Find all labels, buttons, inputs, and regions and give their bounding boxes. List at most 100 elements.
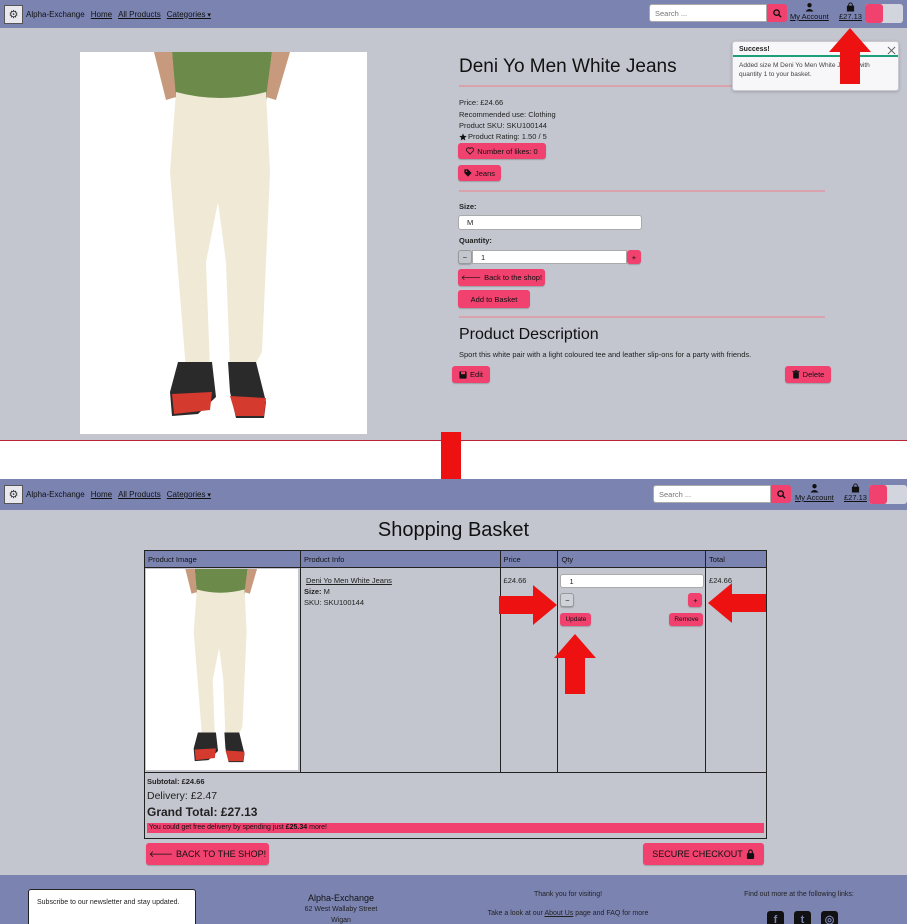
free-delivery-amount: £25.34 xyxy=(285,824,308,831)
tag-icon xyxy=(464,169,472,177)
minus-icon: − xyxy=(565,595,570,605)
arrow-left-icon: 🡐 xyxy=(148,848,174,859)
size-select[interactable]: M xyxy=(458,215,642,230)
my-account-label: My Account xyxy=(790,12,829,21)
item-image[interactable] xyxy=(146,569,298,770)
likes-button[interactable]: Number of likes: 0 xyxy=(458,143,546,159)
product-image xyxy=(80,52,367,434)
close-icon[interactable] xyxy=(887,46,896,55)
decrement-button[interactable]: − xyxy=(560,593,575,607)
nav-home[interactable]: Home xyxy=(91,490,112,499)
product-rating: Product Rating: 1.50 / 5 xyxy=(459,132,547,141)
item-image-cell xyxy=(144,567,301,773)
back-to-shop-label: BACK TO THE SHOP! xyxy=(176,849,267,859)
newsletter-box[interactable]: Subscribe to our newsletter and stay upd… xyxy=(28,889,196,924)
update-button[interactable]: Update xyxy=(560,613,592,626)
brand-name[interactable]: Alpha-Exchange xyxy=(26,10,85,19)
subtotal: Subtotal: £24.66 xyxy=(147,777,205,786)
increment-button[interactable]: + xyxy=(627,250,641,264)
facebook-icon[interactable]: f xyxy=(767,911,784,924)
nav-home[interactable]: Home xyxy=(91,10,112,19)
footer-thanks: Thank you for visiting! xyxy=(533,891,603,898)
basket-total: £27.13 xyxy=(839,12,862,21)
item-sku: SKU: SKU100144 xyxy=(303,598,365,607)
user-icon xyxy=(810,484,819,493)
secure-checkout-button[interactable]: SECURE CHECKOUT xyxy=(643,843,764,865)
nav-categories[interactable]: Categories xyxy=(167,10,211,19)
divider xyxy=(459,190,825,192)
search-button[interactable] xyxy=(767,4,787,22)
lock-icon xyxy=(746,849,754,859)
arrow-left-icon: 🡐 xyxy=(460,273,482,282)
minus-icon: − xyxy=(462,252,468,262)
product-title: Deni Yo Men White Jeans xyxy=(459,56,677,77)
description-title: Product Description xyxy=(459,326,599,343)
size-value: M xyxy=(467,218,474,227)
add-to-basket-button[interactable]: Add to Basket xyxy=(458,290,530,308)
category-tag-label: Jeans xyxy=(474,168,495,178)
item-size: Size: M xyxy=(304,587,497,596)
search-input[interactable] xyxy=(653,485,771,503)
plus-icon: + xyxy=(631,252,637,262)
nav-categories[interactable]: Categories xyxy=(167,490,211,499)
navbar: ⚙ Alpha-Exchange Home All Products Categ… xyxy=(0,479,907,510)
jeans-image xyxy=(185,569,258,763)
search-input[interactable] xyxy=(649,4,767,22)
search-form xyxy=(653,485,791,504)
my-account-link[interactable]: My Account xyxy=(795,483,834,502)
item-name-link[interactable]: Deni Yo Men White Jeans xyxy=(306,576,497,585)
quantity-input[interactable]: 1 xyxy=(560,574,705,588)
back-to-shop-button[interactable]: 🡐 Back to the shop! xyxy=(458,269,545,286)
my-account-label: My Account xyxy=(795,493,834,502)
likes-label: Number of likes: 0 xyxy=(477,146,538,156)
logo-icon[interactable]: ⚙ xyxy=(4,485,23,504)
item-qty-cell: 1 − + Update Remove xyxy=(557,567,707,773)
edit-button[interactable]: Edit xyxy=(452,366,490,383)
quantity-value: 1 xyxy=(481,252,486,262)
product-price: Price: £24.66 xyxy=(459,98,504,107)
heart-icon xyxy=(466,147,475,155)
instagram-icon[interactable]: ◎ xyxy=(821,911,838,924)
product-detail-screenshot: ⚙ Alpha-Exchange Home All Products Categ… xyxy=(0,0,907,441)
item-size-value: M xyxy=(323,587,330,596)
jeans-image xyxy=(154,52,290,418)
about-us-link[interactable]: About Us xyxy=(544,910,573,917)
delete-label: Delete xyxy=(802,370,825,379)
navbar: ⚙ Alpha-Exchange Home All Products Categ… xyxy=(0,0,907,28)
save-icon xyxy=(459,370,467,379)
search-icon xyxy=(772,8,782,18)
back-to-shop-button[interactable]: 🡐 BACK TO THE SHOP! xyxy=(146,843,269,865)
search-button[interactable] xyxy=(771,485,791,503)
footer-about-prefix: Take a look at our xyxy=(487,910,543,917)
nav-all-products[interactable]: All Products xyxy=(118,490,161,499)
table-header-row: Product Image Product Info Price Qty Tot… xyxy=(144,550,767,568)
delete-button[interactable]: Delete xyxy=(785,366,831,383)
theme-toggle[interactable] xyxy=(865,4,903,23)
basket-link[interactable]: £27.13 xyxy=(839,2,862,21)
col-header-total: Total xyxy=(705,550,767,568)
quantity-value: 1 xyxy=(569,576,574,586)
item-price: £24.66 xyxy=(499,567,559,773)
shopping-basket-screenshot: ⚙ Alpha-Exchange Home All Products Categ… xyxy=(0,479,907,924)
description-text: Sport this white pair with a light colou… xyxy=(459,350,752,359)
nav-all-products[interactable]: All Products xyxy=(118,10,161,19)
search-icon xyxy=(776,489,786,499)
edit-label: Edit xyxy=(470,370,483,379)
brand-name[interactable]: Alpha-Exchange xyxy=(26,490,85,499)
increment-button[interactable]: + xyxy=(688,593,703,607)
quantity-label: Quantity: xyxy=(459,236,492,245)
item-info-cell: Deni Yo Men White Jeans Size: M SKU: SKU… xyxy=(299,567,501,773)
my-account-link[interactable]: My Account xyxy=(790,2,829,21)
footer-address-line2: Wigan xyxy=(331,917,351,924)
basket-link[interactable]: £27.13 xyxy=(844,483,867,502)
product-recommended-use: Recommended use: Clothing xyxy=(459,110,556,119)
table-row: Deni Yo Men White Jeans Size: M SKU: SKU… xyxy=(144,567,767,773)
quantity-input[interactable]: 1 xyxy=(472,250,627,264)
category-tag-button[interactable]: Jeans xyxy=(458,165,501,181)
theme-toggle[interactable] xyxy=(869,485,907,504)
remove-button[interactable]: Remove xyxy=(669,613,704,626)
decrement-button[interactable]: − xyxy=(458,250,472,264)
twitter-icon[interactable]: t xyxy=(794,911,811,924)
logo-icon[interactable]: ⚙ xyxy=(4,4,23,24)
product-sku: Product SKU: SKU100144 xyxy=(459,121,547,130)
